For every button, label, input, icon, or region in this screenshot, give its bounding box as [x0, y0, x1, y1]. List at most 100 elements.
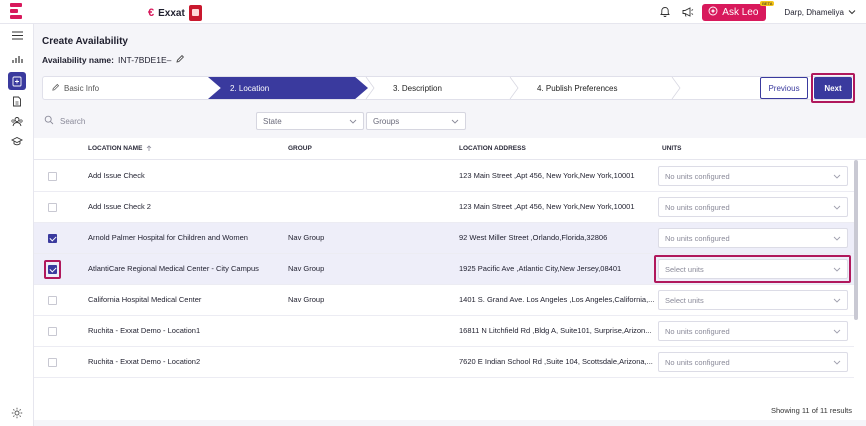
step-label: Basic Info: [64, 83, 100, 93]
step-label: 3. Description: [393, 83, 442, 93]
filters-bar: Search State Groups: [34, 108, 866, 134]
pencil-icon[interactable]: [175, 54, 185, 66]
groups-placeholder: Groups: [373, 116, 400, 126]
location-address-cell: 92 West Miller Street ,Orlando,Florida,3…: [459, 233, 608, 242]
chevron-down-icon: [833, 360, 841, 365]
graduation-cap-icon[interactable]: [8, 132, 26, 150]
units-select[interactable]: No units configured: [658, 228, 848, 248]
location-name-cell: Add Issue Check 2: [88, 202, 151, 211]
row-checkbox[interactable]: [48, 234, 57, 243]
chevron-down-icon: [848, 8, 856, 17]
table-row[interactable]: California Hospital Medical Center Nav Gr…: [34, 285, 854, 316]
table-row[interactable]: Arnold Palmer Hospital for Children and …: [34, 223, 854, 254]
availability-name-value: INT-7BDE1E–: [117, 55, 172, 65]
location-name-cell: AtlantiCare Regional Medical Center - Ci…: [88, 264, 259, 273]
column-header-location-address: LOCATION ADDRESS: [459, 145, 526, 152]
location-address-cell: 123 Main Street ,Apt 456, New York,New Y…: [459, 171, 635, 180]
user-menu[interactable]: Darp, Dhameliya: [784, 8, 856, 17]
units-select-value: No units configured: [665, 202, 730, 212]
ask-leo-button[interactable]: Ask Leo BETA: [702, 0, 775, 21]
table-footer: Showing 11 of 11 results: [34, 400, 866, 420]
exxat-logo-icon[interactable]: [10, 3, 22, 21]
search-icon: [44, 115, 54, 127]
units-select[interactable]: No units configured: [658, 321, 848, 341]
menu-icon[interactable]: [8, 26, 26, 44]
units-select[interactable]: No units configured: [658, 166, 848, 186]
units-select-value: No units configured: [665, 171, 730, 181]
checkbox-highlight: [44, 260, 61, 279]
org-badge-icon: [188, 5, 202, 21]
bar-chart-icon[interactable]: [8, 50, 26, 68]
state-placeholder: State: [263, 116, 282, 126]
chevron-down-icon: [451, 119, 459, 124]
column-header-units: UNITS: [662, 145, 682, 152]
left-nav-rail: [0, 24, 34, 426]
row-checkbox[interactable]: [48, 172, 57, 181]
units-select[interactable]: No units configured: [658, 197, 848, 217]
brand-name: Exxat: [158, 7, 185, 19]
next-button[interactable]: Next: [814, 77, 852, 99]
bell-icon[interactable]: [658, 5, 672, 19]
chevron-down-icon: [833, 236, 841, 241]
locations-table: LOCATION NAME GROUP LOCATION ADDRESS UNI…: [34, 138, 866, 400]
search-input[interactable]: Search: [44, 112, 254, 130]
table-header: LOCATION NAME GROUP LOCATION ADDRESS UNI…: [34, 138, 866, 160]
units-select-highlight: [654, 255, 851, 283]
chevron-down-icon: [833, 205, 841, 210]
chevron-down-icon: [833, 174, 841, 179]
group-cell: Nav Group: [288, 295, 325, 304]
column-header-group: GROUP: [288, 145, 312, 152]
location-name-cell: Arnold Palmer Hospital for Children and …: [88, 233, 248, 242]
vertical-scrollbar[interactable]: [854, 160, 858, 320]
users-icon[interactable]: [8, 112, 26, 130]
row-checkbox[interactable]: [48, 327, 57, 336]
units-select[interactable]: Select units: [658, 290, 848, 310]
availability-nav-icon[interactable]: [8, 72, 26, 90]
units-select-value: Select units: [665, 295, 704, 305]
previous-button[interactable]: Previous: [760, 77, 808, 99]
leo-icon: [708, 6, 718, 19]
availability-name: Availability name: INT-7BDE1E–: [42, 54, 185, 66]
table-row[interactable]: Add Issue Check 123 Main Street ,Apt 456,…: [34, 161, 854, 192]
column-header-location-name[interactable]: LOCATION NAME: [88, 145, 152, 152]
megaphone-icon[interactable]: [680, 5, 694, 19]
availability-name-label: Availability name:: [42, 55, 114, 65]
group-cell: Nav Group: [288, 264, 325, 273]
group-cell: Nav Group: [288, 233, 325, 242]
brand: € Exxat: [148, 5, 202, 21]
units-select-value: No units configured: [665, 233, 730, 243]
exxat-e-icon: €: [148, 7, 155, 19]
step-publish-preferences[interactable]: 4. Publish Preferences: [537, 77, 618, 99]
state-filter-select[interactable]: State: [256, 112, 364, 130]
location-address-cell: 16811 N Litchfield Rd ,Bldg A, Suite101,…: [459, 326, 652, 335]
step-label: 4. Publish Preferences: [537, 83, 618, 93]
step-description[interactable]: 3. Description: [393, 77, 442, 99]
location-name-cell: California Hospital Medical Center: [88, 295, 202, 304]
step-location[interactable]: 2. Location: [208, 77, 368, 99]
location-name-cell: Ruchita - Exxat Demo - Location2: [88, 357, 201, 366]
sort-up-arrow-icon: [147, 145, 152, 151]
units-select-value: No units configured: [665, 326, 730, 336]
table-row[interactable]: AtlantiCare Regional Medical Center - Ci…: [34, 254, 854, 285]
table-row[interactable]: Ruchita - Exxat Demo - Location1 16811 N …: [34, 316, 854, 347]
stepper: Basic Info 2. Location 3. Description 4.…: [42, 76, 854, 100]
row-checkbox[interactable]: [48, 296, 57, 305]
step-basic-info[interactable]: Basic Info: [51, 77, 99, 99]
document-icon[interactable]: [8, 92, 26, 110]
row-checkbox[interactable]: [48, 358, 57, 367]
settings-gear-icon[interactable]: [8, 404, 26, 422]
beta-badge: BETA: [760, 0, 775, 6]
row-checkbox[interactable]: [48, 203, 57, 212]
top-actions: Ask Leo BETA Darp, Dhameliya: [658, 0, 866, 24]
location-address-cell: 7620 E Indian School Rd ,Suite 104, Scot…: [459, 357, 653, 366]
table-row[interactable]: Add Issue Check 2 123 Main Street ,Apt 45…: [34, 192, 854, 223]
chevron-down-icon: [833, 298, 841, 303]
groups-filter-select[interactable]: Groups: [366, 112, 466, 130]
units-select[interactable]: No units configured: [658, 352, 848, 372]
page-title: Create Availability: [42, 36, 128, 47]
chevron-down-icon: [349, 119, 357, 124]
top-bar: € Exxat Ask Leo BETA Darp, Dhameliya: [0, 0, 866, 24]
location-address-cell: 1401 S. Grand Ave. Los Angeles ,Los Ange…: [459, 295, 655, 304]
table-row[interactable]: Ruchita - Exxat Demo - Location2 7620 E I…: [34, 347, 854, 378]
units-select-value: No units configured: [665, 357, 730, 367]
